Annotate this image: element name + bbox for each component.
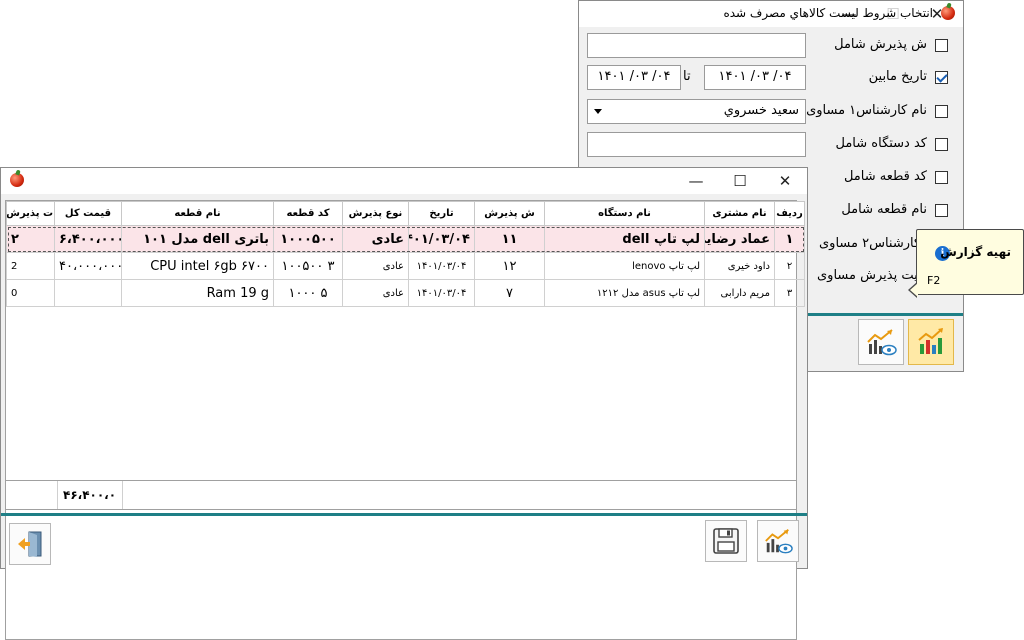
filter-part-code-checkbox[interactable]: [935, 171, 948, 184]
cell-code: ۳ ۱۰۰۵۰۰: [273, 252, 343, 280]
expert1-select[interactable]: سعيد خسروي: [587, 99, 806, 124]
table-row[interactable]: ۱ عماد رضایی لپ تاپ dell ۱۱ ۱۴۰۱/۰۳/۰۴ ع…: [6, 225, 805, 253]
filter-reception-input[interactable]: [587, 33, 806, 58]
table-row[interactable]: ۲ داود خیری لپ تاپ lenovo ۱۲ ۱۴۰۱/۰۳/۰۴ …: [6, 252, 805, 280]
cell-date: ۱۴۰۱/۰۳/۰۴: [408, 252, 475, 280]
date-from-input[interactable]: ۱۴۰۱ /۰۳ /۰۴: [704, 65, 806, 90]
filter-dialog-titlebar: ✕ ☐ — انتخاب شروط ليست کالاهاي مصرف شده: [579, 1, 963, 27]
column-header[interactable]: ردیف: [774, 201, 805, 226]
cell-row: ۳: [774, 279, 805, 307]
date-to-input[interactable]: ۱۴۰۱ /۰۳ /۰۴: [587, 65, 681, 90]
cell-customer: داود خیری: [704, 252, 775, 280]
cell-part: CPU intel ۶gb ۶۷۰۰: [121, 252, 274, 280]
report-table: ردیف نام مشتری نام دستگاه ش پذیرش تاریخ …: [6, 201, 805, 307]
cell-customer: عماد رضایی: [704, 225, 775, 253]
cell-date: ۱۴۰۱/۰۳/۰۴: [408, 279, 475, 307]
date-between-label: تا: [683, 69, 691, 84]
cell-price: [54, 279, 122, 307]
report-window: — ☐ ✕ ردیف نام مشتری نام دستگاه ش پذیرش …: [0, 167, 808, 640]
report-grid[interactable]: ردیف نام مشتری نام دستگاه ش پذیرش تاریخ …: [5, 200, 805, 640]
app-logo-icon: [941, 6, 955, 20]
filter-part-code-label: کد قطعه شامل: [843, 169, 927, 184]
tooltip-shortcut: F2: [927, 274, 941, 287]
minimize-button[interactable]: —: [674, 168, 718, 194]
cell-code: ۵ ۱۰۰۰: [273, 279, 343, 307]
cell-part: Ram 19 g: [121, 279, 274, 307]
cell-count: ۲: [6, 225, 55, 253]
cell-count: 2: [6, 252, 55, 280]
report-button[interactable]: [908, 319, 954, 365]
cell-customer: مریم دارابی: [704, 279, 775, 307]
column-header[interactable]: قیمت کل: [54, 201, 122, 226]
tooltip-title: تهیه گزارش: [940, 245, 1011, 259]
table-row[interactable]: ۳ مریم دارابی لپ تاپ asus مدل ۱۲۱۲ ۷ ۱۴۰…: [6, 279, 805, 307]
cell-type: عادی: [342, 279, 409, 307]
filter-status-label: عیت پذیرش مساوی: [817, 268, 926, 283]
report-preview-button[interactable]: [858, 319, 904, 365]
report-tooltip: i تهیه گزارش F2: [908, 229, 1024, 298]
chart-preview-icon: [765, 529, 793, 554]
column-header[interactable]: تاریخ: [408, 201, 475, 226]
app-logo-icon: [10, 173, 24, 187]
exit-door-icon: [18, 531, 42, 557]
report-window-titlebar: — ☐ ✕: [1, 168, 807, 194]
total-price: ۴۶،۴۰۰،۰: [63, 488, 117, 502]
cell-part: باتری dell مدل ۱۰۱: [121, 225, 274, 253]
filter-expert1-checkbox[interactable]: [935, 105, 948, 118]
filter-date-checkbox[interactable]: [935, 71, 948, 84]
tooltip-tail-fill: [910, 283, 918, 297]
totals-footer: ۴۶،۴۰۰،۰: [5, 480, 797, 510]
cell-device: لپ تاپ lenovo: [544, 252, 705, 280]
cell-row: ۲: [774, 252, 805, 280]
column-header[interactable]: ش پذیرش: [474, 201, 545, 226]
filter-dialog-title: انتخاب شروط ليست کالاهاي مصرف شده: [723, 6, 933, 20]
cell-code: ۱۰۰۰۵۰۰: [273, 225, 343, 253]
filter-device-code-checkbox[interactable]: [935, 138, 948, 151]
filter-expert2-label: کارشناس۲ مساوی: [819, 236, 921, 251]
cell-reception: ۱۲: [474, 252, 545, 280]
filter-expert1-label: نام کارشناس۱ مساوی: [806, 103, 927, 118]
cell-type: عادی: [342, 252, 409, 280]
expert1-select-value: سعيد خسروي: [723, 103, 799, 118]
column-header[interactable]: نام دستگاه: [544, 201, 705, 226]
cell-count: 0: [6, 279, 55, 307]
maximize-button[interactable]: ☐: [718, 168, 762, 194]
filter-reception-checkbox[interactable]: [935, 39, 948, 52]
column-header[interactable]: نوع پذیرش: [342, 201, 409, 226]
exit-button[interactable]: [9, 523, 51, 565]
divider: [1, 513, 807, 516]
report-preview-button[interactable]: [757, 520, 799, 562]
filter-device-code-label: کد دستگاه شامل: [835, 136, 928, 151]
column-header[interactable]: نام مشتری: [704, 201, 775, 226]
device-code-input[interactable]: [587, 132, 806, 157]
cell-device: لپ تاپ dell: [544, 225, 705, 253]
chevron-down-icon: [594, 109, 602, 114]
column-header[interactable]: ت پذیرش: [6, 201, 55, 226]
floppy-disk-icon: [713, 528, 739, 554]
close-button[interactable]: ✕: [763, 168, 807, 194]
save-button[interactable]: [705, 520, 747, 562]
cell-reception: ۱۱: [474, 225, 545, 253]
chart-icon: [918, 328, 943, 354]
cell-date: ۱۴۰۱/۰۳/۰۴: [408, 225, 475, 253]
filter-part-name-label: نام قطعه شامل: [841, 202, 927, 217]
column-header[interactable]: کد قطعه: [273, 201, 343, 226]
chart-preview-icon: [867, 329, 897, 356]
filter-reception-label: ش پذیرش شامل: [834, 37, 927, 52]
cell-row: ۱: [774, 225, 805, 253]
filter-part-name-checkbox[interactable]: [935, 204, 948, 217]
filter-date-label: تاریخ مابین: [868, 69, 927, 84]
table-header: ردیف نام مشتری نام دستگاه ش پذیرش تاریخ …: [6, 201, 805, 226]
column-header[interactable]: نام قطعه: [121, 201, 274, 226]
cell-device: لپ تاپ asus مدل ۱۲۱۲: [544, 279, 705, 307]
cell-type: عادی: [342, 225, 409, 253]
cell-price: ۶،۴۰۰،۰۰۰: [54, 225, 122, 253]
total-price-cell: ۴۶،۴۰۰،۰: [57, 481, 123, 509]
cell-price: ۴۰،۰۰۰،۰۰۰: [54, 252, 122, 280]
cell-reception: ۷: [474, 279, 545, 307]
